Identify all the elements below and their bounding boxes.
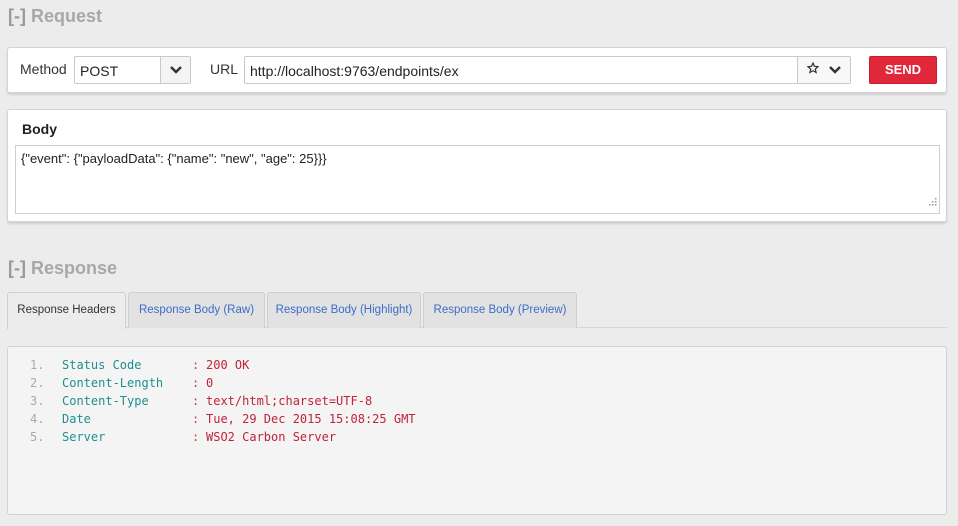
- line-number: 2.: [30, 376, 45, 390]
- body-label: Body: [22, 121, 57, 137]
- url-input[interactable]: http://localhost:9763/endpoints/ex: [244, 56, 851, 84]
- header-key: Date: [62, 412, 91, 426]
- star-icon[interactable]: [806, 61, 820, 79]
- response-title: Response: [31, 258, 118, 278]
- response-section-title: [-] Response: [8, 258, 117, 279]
- request-title: Request: [31, 6, 103, 26]
- header-key: Server: [62, 430, 106, 444]
- header-value: 200 OK: [206, 358, 250, 372]
- chevron-down-icon[interactable]: [160, 57, 190, 83]
- method-select[interactable]: POST: [74, 56, 191, 84]
- tab-response-body-highlight[interactable]: Response Body (Highlight): [267, 292, 421, 328]
- header-value: WSO2 Carbon Server: [206, 430, 337, 444]
- tab-response-body-preview[interactable]: Response Body (Preview): [423, 292, 577, 328]
- header-separator: :: [192, 358, 200, 372]
- header-row: 4. Date : Tue, 29 Dec 2015 15:08:25 GMT: [8, 410, 946, 428]
- body-content: {"event": {"payloadData": {"name": "new"…: [21, 151, 327, 166]
- resize-grip-icon[interactable]: [929, 193, 937, 211]
- header-key: Status Code: [62, 358, 142, 372]
- line-number: 1.: [30, 358, 45, 372]
- chevron-down-icon[interactable]: [828, 61, 841, 79]
- header-value: text/html;charset=UTF-8: [206, 394, 373, 408]
- line-number: 4.: [30, 412, 45, 426]
- request-collapse-toggle[interactable]: [-]: [8, 6, 26, 26]
- header-value: 0: [206, 376, 214, 390]
- header-key: Content-Length: [62, 376, 164, 390]
- header-separator: :: [192, 430, 200, 444]
- header-key: Content-Type: [62, 394, 149, 408]
- url-tools: [797, 57, 850, 83]
- tab-response-body-raw[interactable]: Response Body (Raw): [128, 292, 265, 328]
- header-row: 3. Content-Type : text/html;charset=UTF-…: [8, 392, 946, 410]
- header-separator: :: [192, 412, 200, 426]
- header-separator: :: [192, 394, 200, 408]
- header-row: 5. Server : WSO2 Carbon Server: [8, 428, 946, 446]
- header-row: 2. Content-Length : 0: [8, 374, 946, 392]
- request-section-title: [-] Request: [8, 6, 102, 27]
- url-label: URL: [210, 61, 239, 77]
- body-textarea[interactable]: {"event": {"payloadData": {"name": "new"…: [15, 145, 940, 214]
- url-value: http://localhost:9763/endpoints/ex: [250, 63, 459, 79]
- line-number: 5.: [30, 430, 45, 444]
- method-value: POST: [80, 63, 119, 79]
- header-separator: :: [192, 376, 200, 390]
- header-value: Tue, 29 Dec 2015 15:08:25 GMT: [206, 412, 416, 426]
- body-panel: Body {"event": {"payloadData": {"name": …: [7, 109, 947, 222]
- header-row: 1. Status Code : 200 OK: [8, 356, 946, 374]
- request-panel: Method POST URL http://localhost:9763/en…: [7, 47, 947, 93]
- tab-response-headers[interactable]: Response Headers: [7, 292, 126, 329]
- response-headers-panel: 1. Status Code : 200 OK 2. Content-Lengt…: [7, 346, 947, 515]
- method-label: Method: [20, 61, 67, 77]
- response-collapse-toggle[interactable]: [-]: [8, 258, 26, 278]
- send-button[interactable]: SEND: [869, 56, 937, 84]
- line-number: 3.: [30, 394, 45, 408]
